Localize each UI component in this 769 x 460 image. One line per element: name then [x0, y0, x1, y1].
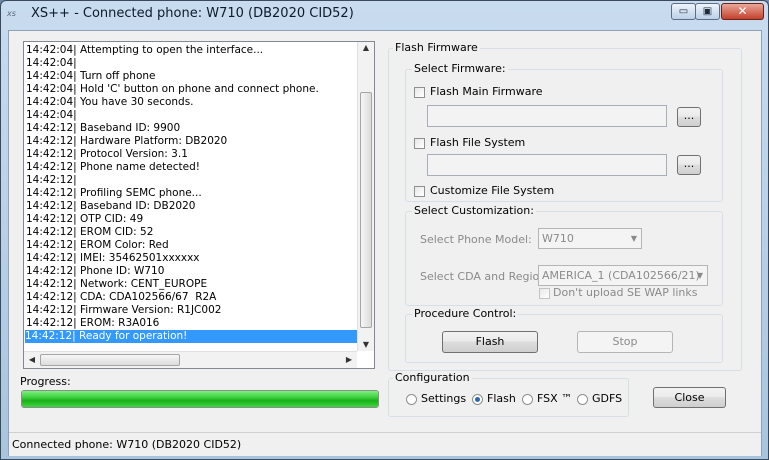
log-line[interactable]: 14:42:04| Turn off phone	[26, 70, 156, 83]
chevron-down-icon: ▼	[630, 234, 637, 243]
minimize-icon: ▭	[678, 6, 689, 17]
log-line[interactable]: 14:42:12| Profiling SEMC phone...	[26, 187, 202, 200]
title-bar[interactable]: xs XS++ - Connected phone: W710 (DB2020 …	[1, 1, 768, 27]
flash-main-firmware-checkbox[interactable]	[414, 87, 425, 98]
browse-label: ...	[683, 109, 695, 122]
log-line[interactable]: 14:42:12| Phone ID: W710	[26, 265, 164, 278]
main-window: xs XS++ - Connected phone: W710 (DB2020 …	[0, 0, 769, 460]
stop-button[interactable]: Stop	[577, 331, 673, 353]
phone-model-value: W710	[542, 232, 574, 245]
cda-region-value: AMERICA_1 (CDA102566/21)	[542, 269, 700, 282]
radio-gdfs[interactable]	[577, 394, 588, 405]
radio-settings-label: Settings	[421, 392, 467, 405]
close-button[interactable]: Close	[653, 387, 726, 408]
status-bar: Connected phone: W710 (DB2020 CID52)	[9, 432, 761, 456]
close-window-button[interactable]: ✕	[721, 3, 764, 20]
log-line[interactable]: 14:42:04|	[26, 109, 77, 122]
cda-region-label: Select CDA and Region:	[420, 270, 550, 283]
phone-model-label: Select Phone Model:	[420, 233, 532, 246]
configuration-group: Configuration Settings Flash FSX ™ GDFS	[388, 371, 629, 417]
select-firmware-group: Select Firmware: Flash Main Firmware ...…	[405, 62, 723, 202]
main-firmware-path-field[interactable]	[427, 105, 667, 127]
radio-flash-label: Flash	[487, 392, 516, 405]
radio-fsx-label: FSX ™	[537, 392, 573, 405]
log-line[interactable]: 14:42:12| OTP CID: 49	[26, 213, 143, 226]
log-line[interactable]: 14:42:12| Baseband ID: 9900	[26, 122, 180, 135]
xs-app-icon: xs	[7, 9, 16, 18]
log-line[interactable]: 14:42:12| Protocol Version: 3.1	[26, 148, 188, 161]
progress-fill	[22, 391, 378, 407]
log-line[interactable]: 14:42:12| Hardware Platform: DB2020	[26, 135, 227, 148]
window-title: XS++ - Connected phone: W710 (DB2020 CID…	[31, 6, 354, 21]
progress-label: Progress:	[20, 375, 71, 388]
horizontal-scroll-thumb[interactable]	[40, 354, 180, 366]
no-wap-links-label: Don't upload SE WAP links	[553, 286, 698, 299]
flash-firmware-group: Flash Firmware Select Firmware: Flash Ma…	[388, 41, 742, 371]
scroll-down-icon[interactable]: ▼	[358, 337, 374, 353]
log-line[interactable]: 14:42:12| Network: CENT_EUROPE	[26, 278, 207, 291]
browse-main-firmware-button[interactable]: ...	[677, 107, 701, 127]
log-line[interactable]: 14:42:12| EROM Color: Red	[26, 239, 169, 252]
radio-flash[interactable]	[472, 394, 483, 405]
vertical-scroll-thumb[interactable]	[360, 92, 372, 328]
phone-model-dropdown[interactable]: W710 ▼	[538, 228, 642, 249]
client-area: 14:42:04| Attempting to open the interfa…	[8, 30, 762, 456]
log-line[interactable]: 14:42:04| Hold 'C' button on phone and c…	[26, 83, 319, 96]
log-line[interactable]: 14:42:12|	[26, 174, 77, 187]
flash-button[interactable]: Flash	[442, 331, 538, 353]
vertical-scrollbar[interactable]: ▲ ▼	[357, 42, 374, 351]
browse-label: ...	[683, 157, 695, 170]
file-system-path-field[interactable]	[427, 154, 667, 176]
no-wap-links-checkbox[interactable]	[539, 288, 550, 299]
procedure-control-group: Procedure Control: Flash Stop	[405, 307, 723, 363]
maximize-icon: ▣	[702, 6, 713, 17]
flash-firmware-title: Flash Firmware	[393, 41, 480, 54]
radio-fsx[interactable]	[522, 394, 533, 405]
browse-file-system-button[interactable]: ...	[677, 155, 701, 175]
cda-region-dropdown[interactable]: AMERICA_1 (CDA102566/21) ▼	[538, 265, 708, 286]
log-line[interactable]: 14:42:04|	[26, 57, 77, 70]
select-customization-group: Select Customization: Select Phone Model…	[405, 204, 723, 306]
horizontal-scrollbar[interactable]: ◀ ▶	[24, 351, 357, 368]
log-line[interactable]: 14:42:12| EROM CID: 52	[26, 226, 153, 239]
scroll-left-icon[interactable]: ◀	[24, 352, 40, 368]
log-line[interactable]: 14:42:12| Firmware Version: R1JC002	[26, 304, 221, 317]
log-line[interactable]: 14:42:04| Attempting to open the interfa…	[26, 44, 263, 57]
radio-settings[interactable]	[406, 394, 417, 405]
log-line[interactable]: 14:42:12| CDA: CDA102566/67 R2A	[26, 291, 216, 304]
close-icon: ✕	[737, 4, 748, 18]
procedure-control-title: Procedure Control:	[412, 307, 519, 320]
minimize-button[interactable]: ▭	[671, 3, 696, 20]
flash-main-firmware-label: Flash Main Firmware	[430, 85, 543, 98]
customize-file-system-checkbox[interactable]	[414, 186, 425, 197]
log-line-selected[interactable]: 14:42:12| Ready for operation!	[25, 330, 358, 343]
chevron-down-icon: ▼	[696, 271, 703, 280]
flash-file-system-checkbox[interactable]	[414, 138, 425, 149]
maximize-button[interactable]: ▣	[695, 3, 720, 20]
log-listbox[interactable]: 14:42:04| Attempting to open the interfa…	[23, 41, 375, 369]
log-line[interactable]: 14:42:12| Phone name detected!	[26, 161, 200, 174]
log-line[interactable]: 14:42:12| IMEI: 35462501xxxxxx	[26, 252, 200, 265]
progress-bar	[21, 390, 379, 408]
log-line[interactable]: 14:42:12| EROM: R3A016	[26, 317, 159, 330]
log-line[interactable]: 14:42:12| Baseband ID: DB2020	[26, 200, 195, 213]
status-text: Connected phone: W710 (DB2020 CID52)	[12, 438, 242, 451]
customize-file-system-label: Customize File System	[430, 184, 555, 197]
radio-gdfs-label: GDFS	[592, 392, 623, 405]
log-line[interactable]: 14:42:04| You have 30 seconds.	[26, 96, 194, 109]
flash-file-system-label: Flash File System	[430, 136, 526, 149]
scroll-up-icon[interactable]: ▲	[358, 42, 374, 56]
configuration-title: Configuration	[393, 371, 472, 384]
select-firmware-title: Select Firmware:	[412, 62, 508, 75]
select-customization-title: Select Customization:	[412, 204, 536, 217]
scroll-right-icon[interactable]: ▶	[341, 352, 357, 368]
